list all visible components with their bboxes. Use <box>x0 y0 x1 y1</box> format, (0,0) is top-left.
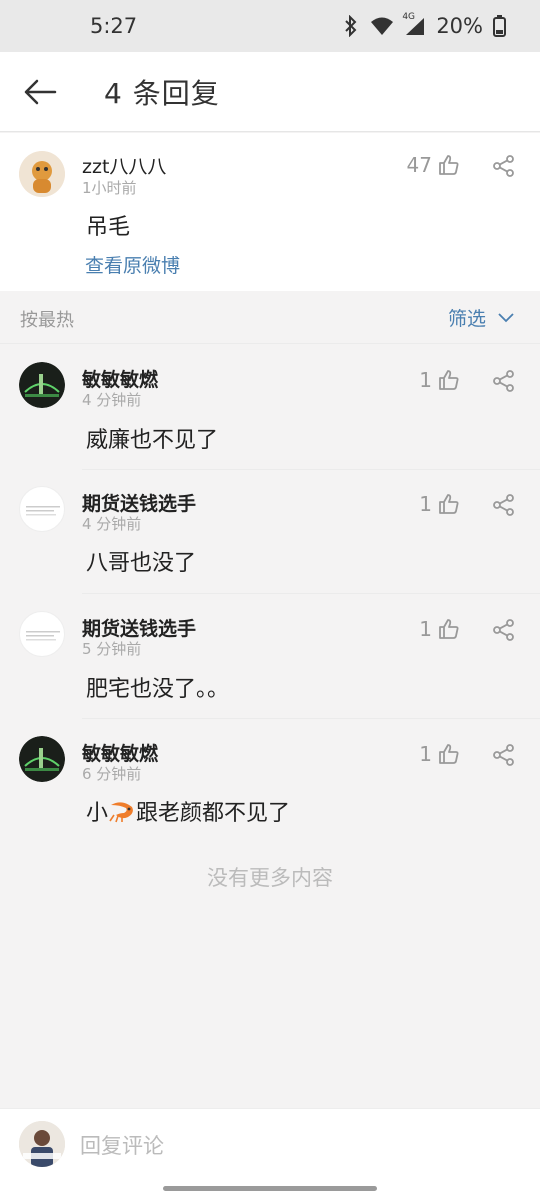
like-count: 1 <box>419 617 432 641</box>
reply-comment-input[interactable] <box>80 1131 500 1161</box>
thumbs-up-icon <box>438 369 460 391</box>
share-icon[interactable] <box>492 619 516 641</box>
back-button[interactable] <box>4 52 76 132</box>
comment-time: 4 分钟前 <box>82 391 142 409</box>
share-icon[interactable] <box>492 370 516 392</box>
like-button[interactable]: 1 <box>419 368 460 392</box>
comment-text: 威廉也不见了 <box>86 428 219 453</box>
filter-button[interactable]: 筛选 <box>448 304 514 331</box>
shrimp-emoji-icon <box>108 799 136 829</box>
thumbs-up-icon <box>438 618 460 640</box>
avatar[interactable] <box>19 151 65 197</box>
avatar[interactable] <box>19 611 65 657</box>
view-original-link[interactable]: 查看原微博 <box>85 251 180 278</box>
comment-text-part: 跟老颜都不见了 <box>136 801 291 826</box>
avatar[interactable] <box>19 486 65 532</box>
like-count: 1 <box>419 368 432 392</box>
page-title: 4 条回复 <box>104 76 220 110</box>
comment-time: 1小时前 <box>82 179 137 197</box>
comment-time: 6 分钟前 <box>82 765 142 783</box>
bluetooth-icon <box>342 15 360 37</box>
divider <box>82 593 540 594</box>
thumbs-up-icon <box>438 154 460 176</box>
home-indicator[interactable] <box>163 1186 377 1191</box>
like-button[interactable]: 1 <box>419 617 460 641</box>
signal-icon: 4G <box>402 12 426 36</box>
commenter-name[interactable]: 期货送钱选手 <box>82 489 196 516</box>
reply-item: 敏敏敏燃 4 分钟前 威廉也不见了 1 <box>0 346 540 470</box>
share-icon[interactable] <box>492 494 516 516</box>
filter-label: 筛选 <box>447 308 486 330</box>
status-icons: 4G 20% <box>342 12 506 38</box>
avatar[interactable] <box>19 362 65 408</box>
comment-text: 吊毛 <box>86 215 131 240</box>
top-bar: 4 条回复 <box>0 52 540 132</box>
chevron-down-icon <box>498 312 514 323</box>
share-icon[interactable] <box>492 744 516 766</box>
like-count: 47 <box>406 153 432 177</box>
comment-text: 小 跟老颜都不见了 <box>86 795 290 829</box>
comment-text-part: 小 <box>86 801 109 826</box>
network-type-label: 4G <box>402 12 416 22</box>
comment-text: 肥宅也没了。。 <box>86 677 230 702</box>
thumbs-up-icon <box>438 743 460 765</box>
commenter-name[interactable]: 敏敏敏燃 <box>82 365 158 392</box>
battery-icon <box>493 15 506 37</box>
commenter-name[interactable]: 敏敏敏燃 <box>82 739 158 766</box>
thumbs-up-icon <box>438 493 460 515</box>
reply-item: 敏敏敏燃 6 分钟前 小 跟老颜都不见了 1 <box>0 720 540 844</box>
comment-time: 5 分钟前 <box>82 640 142 658</box>
like-button[interactable]: 1 <box>419 492 460 516</box>
comment-text: 八哥也没了 <box>86 551 197 576</box>
commenter-name[interactable]: zzt八八八 <box>82 152 166 179</box>
divider <box>82 718 540 719</box>
like-button[interactable]: 47 <box>407 153 460 177</box>
root-comment: zzt八八八 1小时前 吊毛 查看原微博 47 <box>0 133 540 291</box>
sort-bar: 按最热 筛选 <box>0 292 540 344</box>
avatar[interactable] <box>19 736 65 782</box>
no-more-content-label: 没有更多内容 <box>207 866 333 890</box>
my-avatar[interactable] <box>19 1121 65 1167</box>
status-time: 5:27 <box>90 14 138 38</box>
like-count: 1 <box>419 742 432 766</box>
battery-percent: 20% <box>436 14 483 38</box>
status-bar: 5:27 4G 20% <box>0 0 540 52</box>
back-arrow-icon <box>23 79 57 105</box>
comment-time: 4 分钟前 <box>82 515 142 533</box>
reply-item: 期货送钱选手 4 分钟前 八哥也没了 1 <box>0 470 540 594</box>
commenter-name[interactable]: 期货送钱选手 <box>82 614 196 641</box>
like-count: 1 <box>419 492 432 516</box>
share-icon[interactable] <box>492 155 516 177</box>
reply-item: 期货送钱选手 5 分钟前 肥宅也没了。。 1 <box>0 595 540 719</box>
like-button[interactable]: 1 <box>419 742 460 766</box>
wifi-icon <box>370 16 394 36</box>
sort-hot-label[interactable]: 按最热 <box>20 306 74 332</box>
